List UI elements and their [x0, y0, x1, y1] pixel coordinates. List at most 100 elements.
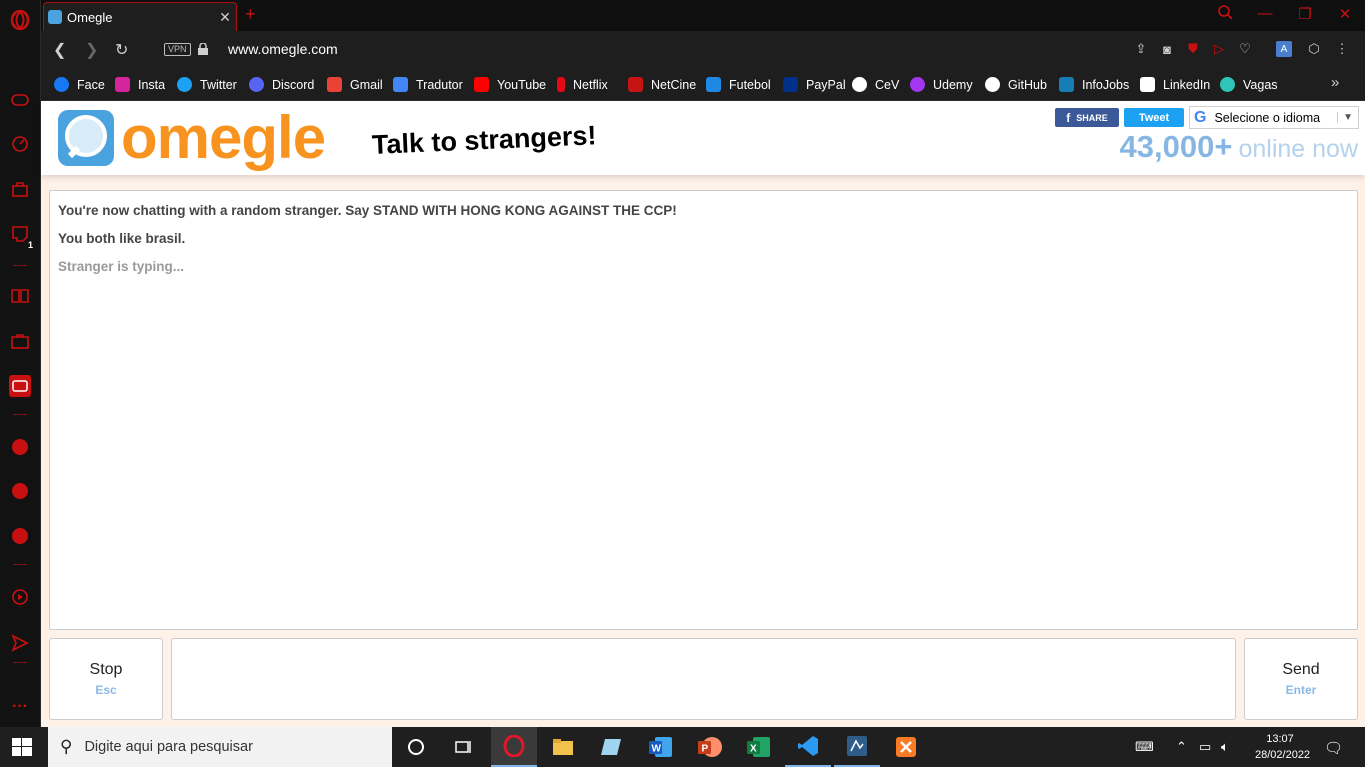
bookmark-netflix[interactable]: Netflix: [557, 76, 608, 93]
bookmark-linkedin[interactable]: LinkedIn: [1140, 76, 1210, 93]
sidebar-divider: [13, 414, 27, 415]
share-icon[interactable]: ⇪: [1133, 41, 1149, 57]
restore-icon[interactable]: ❐: [1290, 5, 1320, 23]
message-input[interactable]: [171, 638, 1236, 720]
network-icon[interactable]: ▭: [1199, 739, 1211, 755]
bookmark-netcine[interactable]: NetCine: [628, 76, 696, 93]
facebook-icon: f: [1066, 110, 1071, 125]
youtube-icon: [474, 77, 489, 92]
forward-icon[interactable]: ❯: [85, 40, 98, 60]
dropdown-arrow-icon: ▼: [1337, 112, 1358, 123]
shop-bag-icon[interactable]: [9, 178, 31, 200]
language-select[interactable]: G Selecione o idioma ▼: [1189, 106, 1359, 129]
show-hidden-icons-icon[interactable]: ⌃: [1176, 739, 1187, 755]
discord-icon: [249, 77, 264, 92]
bookmark-gmail[interactable]: Gmail: [327, 76, 383, 93]
bookmark-cev[interactable]: CeV: [852, 76, 899, 93]
heart-icon[interactable]: ♡: [1237, 41, 1253, 57]
bookmark-youtube[interactable]: YouTube: [474, 76, 546, 93]
powerpoint-icon[interactable]: P: [687, 727, 733, 767]
tab-omegle[interactable]: Omegle ✕: [43, 2, 237, 31]
reload-icon[interactable]: ↻: [115, 40, 128, 60]
minimize-icon[interactable]: —: [1250, 5, 1280, 22]
typing-indicator: Stranger is typing...: [58, 259, 185, 274]
url-field[interactable]: www.omegle.com: [228, 41, 338, 57]
bookmarks-bar: Face Insta Twitter Discord Gmail Traduto…: [41, 68, 1365, 101]
status-message: You're now chatting with a random strang…: [58, 203, 677, 218]
opera-taskbar-icon[interactable]: [491, 727, 537, 767]
bookmark-insta[interactable]: Insta: [115, 76, 165, 93]
title-bar: Omegle ✕ + — ❐ ✕: [41, 0, 1365, 31]
online-counter: 43,000+ online now: [1119, 129, 1358, 164]
google-translate-icon: [393, 77, 408, 92]
browser-sidebar: 1 ···: [0, 0, 41, 727]
bookmark-udemy[interactable]: Udemy: [910, 76, 973, 93]
tv-icon: [706, 77, 721, 92]
system-clock[interactable]: 13:07 28/02/2022: [1255, 731, 1310, 763]
snapshot-icon[interactable]: ◙: [1159, 41, 1175, 57]
notes-app-icon[interactable]: [589, 727, 635, 767]
notifications-icon[interactable]: 🗨︎: [1324, 739, 1343, 757]
excel-icon[interactable]: X: [736, 727, 782, 767]
stop-button[interactable]: Stop Esc: [49, 638, 163, 720]
opera-logo-icon[interactable]: [9, 9, 31, 31]
keyboard-icon[interactable]: ⌨: [1135, 739, 1154, 755]
task-view-icon[interactable]: [440, 727, 486, 767]
gmail-icon: [327, 77, 342, 92]
twitter-icon: [177, 77, 192, 92]
windows-taskbar: ⚲ Digite aqui para pesquisar W P X ⌨ ⌃ ▭…: [0, 727, 1365, 767]
netflix-icon: [557, 77, 565, 92]
word-icon[interactable]: W: [638, 727, 684, 767]
extensions-cube-icon[interactable]: ⬡: [1306, 41, 1322, 57]
facebook-share-button[interactable]: f SHARE: [1055, 108, 1119, 127]
gamepad-icon[interactable]: [9, 89, 31, 111]
adblock-shield-icon[interactable]: ⛊: [1185, 41, 1201, 57]
bookmark-discord[interactable]: Discord: [249, 76, 314, 93]
cev-icon: [852, 77, 867, 92]
send-button[interactable]: Send Enter: [1244, 638, 1358, 720]
more-bookmarks-icon[interactable]: »: [1331, 74, 1339, 91]
send-flow-icon[interactable]: [9, 632, 31, 654]
mysql-workbench-icon[interactable]: [834, 727, 880, 767]
bookmark-twitter[interactable]: Twitter: [177, 76, 237, 93]
easy-setup-icon[interactable]: ⋮: [1334, 41, 1350, 57]
bookmark-futebol[interactable]: Futebol: [706, 76, 771, 93]
telegram-icon[interactable]: [9, 525, 31, 547]
cortana-icon[interactable]: [393, 727, 439, 767]
windows-start-icon[interactable]: [12, 738, 32, 756]
netcine-icon: [628, 77, 643, 92]
game-controller-active-icon[interactable]: [9, 375, 31, 397]
vpn-badge[interactable]: VPN: [164, 43, 191, 56]
vscode-icon[interactable]: [785, 727, 831, 767]
lock-icon[interactable]: [198, 42, 208, 55]
bookmark-tradutor[interactable]: Tradutor: [393, 76, 463, 93]
xampp-icon[interactable]: [883, 727, 929, 767]
bookmark-face[interactable]: Face: [54, 76, 105, 93]
close-window-icon[interactable]: ✕: [1330, 5, 1360, 23]
book-icon[interactable]: [9, 285, 31, 307]
close-tab-icon[interactable]: ✕: [214, 9, 236, 26]
taskbar-search[interactable]: ⚲ Digite aqui para pesquisar: [48, 727, 392, 767]
briefcase-icon[interactable]: [9, 330, 31, 352]
paypal-icon: [783, 77, 798, 92]
bookmark-vagas[interactable]: Vagas: [1220, 76, 1278, 93]
player-icon[interactable]: [9, 586, 31, 608]
translate-extension-icon[interactable]: A: [1276, 41, 1292, 57]
omegle-logo-text[interactable]: omegle: [121, 103, 326, 173]
messenger-icon[interactable]: [9, 436, 31, 458]
flow-icon[interactable]: ▷: [1211, 41, 1227, 57]
new-tab-icon[interactable]: +: [245, 4, 256, 25]
file-explorer-icon[interactable]: [540, 727, 586, 767]
speedometer-icon[interactable]: [9, 133, 31, 155]
back-icon[interactable]: ❮: [53, 40, 66, 60]
tweet-button[interactable]: Tweet: [1124, 108, 1184, 127]
search-tabs-icon[interactable]: [1210, 5, 1240, 24]
whatsapp-icon[interactable]: [9, 480, 31, 502]
bookmark-github[interactable]: GitHub: [985, 76, 1047, 93]
more-icon[interactable]: ···: [9, 696, 31, 718]
bookmark-paypal[interactable]: PayPal: [783, 76, 846, 93]
bookmark-infojobs[interactable]: InfoJobs: [1059, 76, 1129, 93]
chat-log[interactable]: You're now chatting with a random strang…: [49, 190, 1358, 630]
volume-icon[interactable]: 🔈︎: [1221, 739, 1229, 755]
omegle-logo-icon[interactable]: [56, 108, 116, 168]
